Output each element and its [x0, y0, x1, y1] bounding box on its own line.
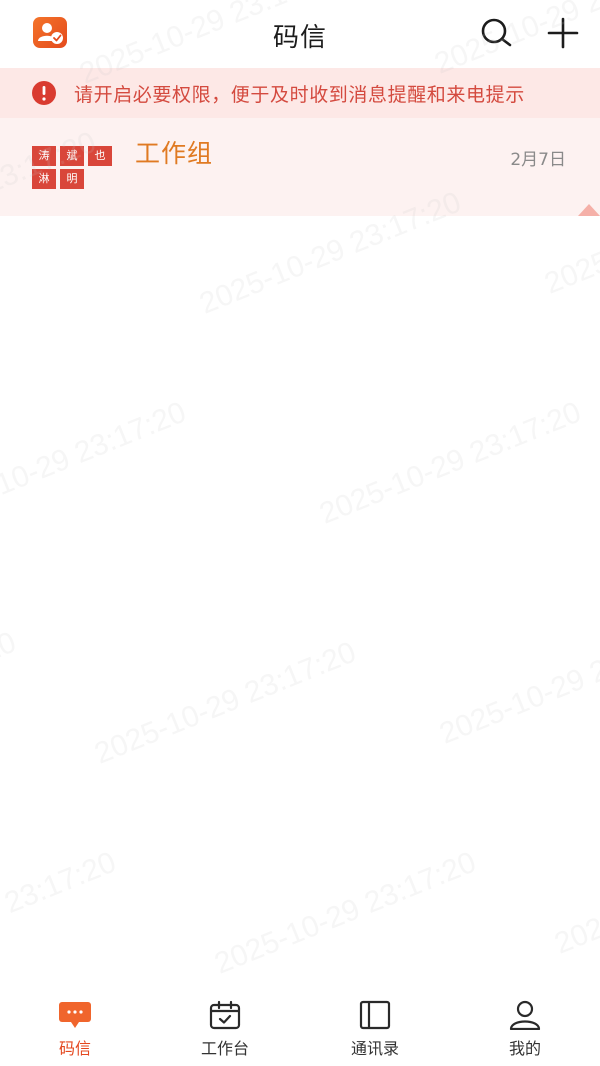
watermark: 2025-10-29 23:17:20 — [0, 845, 121, 981]
nav-label: 我的 — [508, 1039, 541, 1058]
nav-item-profile[interactable]: 我的 — [450, 990, 600, 1066]
user-icon — [509, 1000, 541, 1030]
group-avatar: 涛 斌 也 淋 明 — [32, 146, 112, 190]
nav-item-workbench[interactable]: 工作台 — [150, 990, 300, 1066]
conversation-name: 工作组 — [135, 139, 214, 168]
app-header: 码信 — [0, 0, 600, 68]
watermark: 2025-10-29 23:17:20 — [0, 395, 191, 531]
nav-item-contacts[interactable]: 通讯录 — [300, 990, 450, 1066]
watermark: 2025-10-29 23:17:20 — [550, 826, 600, 961]
permission-banner[interactable]: 请开启必要权限，便于及时收到消息提醒和来电提示 — [0, 68, 600, 118]
avatar-cell: 斌 — [60, 146, 84, 166]
nav-label: 工作台 — [200, 1039, 249, 1058]
nav-label: 码信 — [58, 1039, 91, 1058]
permission-banner-text: 请开启必要权限，便于及时收到消息提醒和来电提示 — [74, 83, 525, 106]
avatar-cell: 也 — [88, 146, 112, 166]
avatar-cell: 涛 — [32, 146, 56, 166]
nav-item-messages[interactable]: 码信 — [0, 990, 150, 1066]
message-icon — [59, 1002, 91, 1028]
watermark: 2025-10-29 23:17:20 — [210, 845, 481, 981]
calendar-icon — [209, 1000, 241, 1030]
watermark: 2025-10-29 23:17:20 — [435, 615, 600, 751]
conversation-date: 2月7日 — [510, 150, 566, 170]
avatar-cell: 明 — [60, 169, 84, 189]
plus-icon[interactable] — [545, 15, 581, 51]
search-icon[interactable] — [478, 15, 514, 51]
watermark: 2025-10-29 23:17:20 — [0, 625, 21, 761]
pinned-corner-icon — [578, 204, 600, 216]
contacts-book-icon — [359, 1000, 391, 1030]
avatar-cell: 淋 — [32, 169, 56, 189]
watermark: 2025-10-29 23:17:20 — [90, 635, 361, 771]
bottom-nav: 码信 工作台 通讯录 我的 — [0, 990, 600, 1066]
alert-circle-icon — [31, 80, 57, 106]
watermark: 2025-10-29 23:17:20 — [315, 395, 586, 531]
nav-label: 通讯录 — [350, 1039, 399, 1058]
